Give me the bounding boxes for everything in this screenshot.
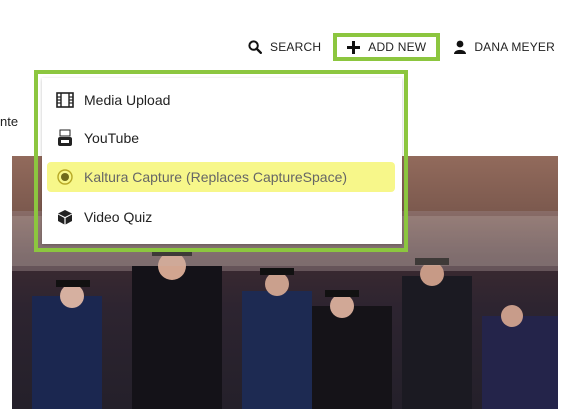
search-link[interactable]: SEARCH bbox=[248, 40, 321, 54]
menu-item-media-upload[interactable]: Media Upload bbox=[42, 82, 402, 118]
menu-item-youtube[interactable]: YouTube bbox=[42, 120, 402, 156]
search-icon bbox=[248, 40, 263, 54]
user-menu[interactable]: DANA MEYER bbox=[454, 40, 555, 54]
partial-page-text: nte bbox=[0, 114, 19, 129]
menu-item-kaltura-capture[interactable]: Kaltura Capture (Replaces CaptureSpace) bbox=[42, 159, 402, 195]
add-new-button[interactable]: ADD NEW bbox=[333, 33, 441, 61]
menu-item-label: Kaltura Capture (Replaces CaptureSpace) bbox=[84, 169, 348, 185]
add-new-label: ADD NEW bbox=[368, 40, 427, 54]
user-icon bbox=[454, 40, 467, 54]
record-icon bbox=[50, 169, 80, 185]
menu-item-label: YouTube bbox=[84, 130, 140, 146]
plus-icon bbox=[347, 40, 361, 54]
top-navigation: SEARCH ADD NEW DANA MEYER bbox=[248, 30, 555, 64]
user-name: DANA MEYER bbox=[474, 40, 555, 54]
youtube-icon bbox=[50, 129, 80, 147]
search-label: SEARCH bbox=[270, 40, 322, 54]
menu-item-video-quiz[interactable]: Video Quiz bbox=[42, 199, 402, 235]
menu-item-label: Media Upload bbox=[84, 92, 171, 108]
add-new-dropdown: Media Upload YouTube Kaltura Capture (Re… bbox=[42, 78, 402, 244]
film-icon bbox=[50, 92, 80, 108]
page: SEARCH ADD NEW DANA MEYER nte Media Uplo… bbox=[0, 0, 569, 409]
cube-icon bbox=[50, 209, 80, 225]
menu-item-label: Video Quiz bbox=[84, 209, 153, 225]
